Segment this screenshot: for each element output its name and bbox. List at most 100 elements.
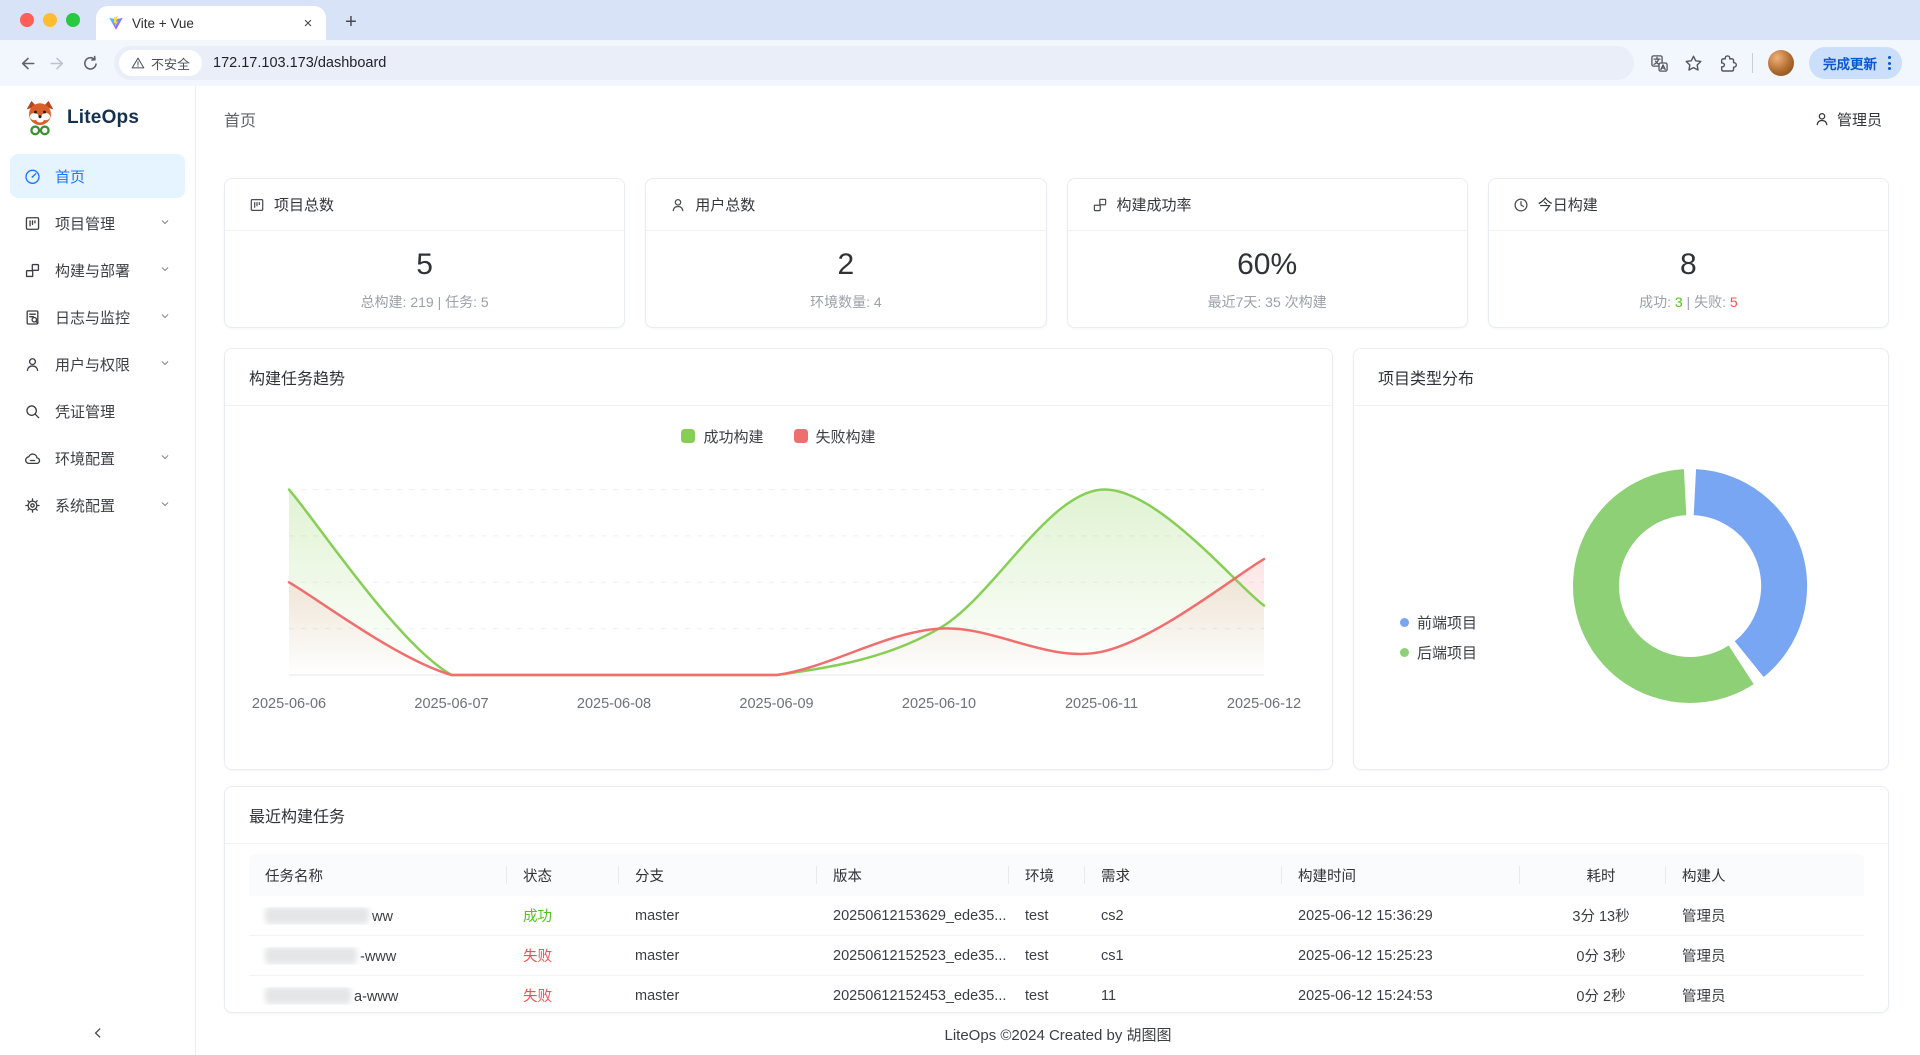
reload-button[interactable] (74, 47, 106, 79)
toolbar-divider (1752, 53, 1753, 73)
build-trend-card: 构建任务趋势 成功构建 失败构建 2025-06-062025-06-072025… (224, 348, 1333, 770)
translate-icon[interactable] (1650, 54, 1669, 73)
close-window-button[interactable] (20, 13, 34, 27)
donut-chart[interactable] (1354, 406, 1888, 770)
version-cell: 20250612152453_ede35... (817, 988, 1009, 1004)
table-body: ww成功master20250612153629_ede35...testcs2… (249, 896, 1864, 1013)
stat-subtext: 成功: 3 | 失败: 5 (1489, 292, 1888, 312)
stat-card-body: 8 成功: 3 | 失败: 5 (1489, 231, 1888, 312)
footer-text: LiteOps ©2024 Created by 胡图图 (945, 1024, 1172, 1045)
legend-item[interactable]: 前端项目 (1400, 612, 1477, 633)
sidebar-item-system[interactable]: 系统配置 (10, 483, 185, 527)
status-cell: 成功 (507, 905, 619, 926)
sidebar-item-credentials[interactable]: 凭证管理 (10, 389, 185, 433)
env-cell: test (1009, 908, 1085, 924)
build-time-cell: 2025-06-12 15:24:53 (1282, 988, 1520, 1004)
stat-card-projects: 项目总数5总构建: 219 | 任务: 5 (224, 178, 625, 328)
svg-text:2025-06-12: 2025-06-12 (1227, 696, 1301, 712)
env-cell: test (1009, 988, 1085, 1004)
legend-item[interactable]: 失败构建 (794, 426, 876, 447)
back-button[interactable] (10, 47, 42, 79)
clock-icon (1513, 197, 1529, 213)
table-column-header: 分支 (619, 865, 817, 886)
task-name-cell: ww (249, 907, 507, 925)
pie-card-title: 项目类型分布 (1354, 349, 1888, 406)
stat-card-title: 用户总数 (646, 179, 1045, 231)
more-menu-icon[interactable] (1888, 56, 1891, 70)
sidebar-item-logs-monitor[interactable]: 日志与监控 (10, 295, 185, 339)
sidebar-item-projects[interactable]: 项目管理 (10, 201, 185, 245)
bookmark-star-icon[interactable] (1684, 54, 1703, 73)
tab-close-icon[interactable]: × (298, 13, 318, 33)
chrome-update-button[interactable]: 完成更新 (1809, 47, 1902, 79)
sidebar-item-label: 日志与监控 (55, 307, 130, 328)
address-bar[interactable]: 不安全 172.17.103.173/dashboard (114, 46, 1634, 80)
app-window: LiteOps 首页项目管理构建与部署日志与监控用户与权限凭证管理环境配置系统配… (0, 86, 1920, 1055)
stat-value: 8 (1489, 246, 1888, 284)
table-row[interactable]: -www失败master20250612152523_ede35...testc… (249, 936, 1864, 976)
stat-value: 2 (646, 246, 1045, 284)
page-footer: LiteOps ©2024 Created by 胡图图 (196, 1013, 1920, 1055)
requirement-cell: cs2 (1085, 908, 1282, 924)
table-row[interactable]: a-www失败master20250612152453_ede35...test… (249, 976, 1864, 1013)
sidebar-item-users-permissions[interactable]: 用户与权限 (10, 342, 185, 386)
red-panda-logo-icon (20, 98, 60, 138)
legend-item[interactable]: 后端项目 (1400, 642, 1477, 663)
sidebar-item-home[interactable]: 首页 (10, 154, 185, 198)
stat-card-body: 60%最近7天: 35 次构建 (1068, 231, 1467, 312)
sidebar-item-label: 构建与部署 (55, 260, 130, 281)
url-text[interactable]: 172.17.103.173/dashboard (213, 55, 386, 71)
table-column-header: 版本 (817, 865, 1009, 886)
app-logo[interactable]: LiteOps (0, 86, 195, 150)
legend-item[interactable]: 成功构建 (681, 426, 763, 447)
new-tab-button[interactable]: + (338, 11, 364, 34)
browser-toolbar: 不安全 172.17.103.173/dashboard 完成更新 (0, 40, 1920, 86)
extensions-icon[interactable] (1718, 54, 1737, 73)
chevron-down-icon (159, 497, 171, 514)
browser-chrome: Vite + Vue × + 不安全 172.17.103.173/dashbo… (0, 0, 1920, 86)
chevron-down-icon (159, 215, 171, 232)
requirement-cell: 11 (1085, 988, 1282, 1004)
stat-card-success-rate: 构建成功率60%最近7天: 35 次构建 (1067, 178, 1468, 328)
svg-text:2025-06-11: 2025-06-11 (1065, 696, 1138, 712)
duration-cell: 0分 2秒 (1520, 985, 1666, 1006)
sidebar-item-build-deploy[interactable]: 构建与部署 (10, 248, 185, 292)
breadcrumb: 首页 (224, 107, 256, 131)
sidebar-item-label: 系统配置 (55, 495, 115, 516)
version-cell: 20250612152523_ede35... (817, 948, 1009, 964)
env-cell: test (1009, 948, 1085, 964)
build-icon (1092, 197, 1108, 213)
trend-card-title: 构建任务趋势 (225, 349, 1332, 406)
svg-text:2025-06-07: 2025-06-07 (414, 696, 488, 712)
vite-favicon-icon (108, 15, 124, 31)
trend-legend: 成功构建 失败构建 (225, 426, 1332, 446)
sidebar-item-label: 首页 (55, 166, 85, 187)
sidebar-item-environment[interactable]: 环境配置 (10, 436, 185, 480)
credentials-icon (24, 403, 41, 420)
trend-line-chart[interactable]: 2025-06-062025-06-072025-06-082025-06-09… (225, 460, 1332, 752)
page-header: 首页 管理员 (196, 86, 1920, 152)
table-column-header: 状态 (507, 865, 619, 886)
profile-avatar[interactable] (1768, 50, 1794, 76)
environment-icon (24, 450, 41, 467)
stat-subtext: 最近7天: 35 次构建 (1068, 292, 1467, 312)
project-type-card: 项目类型分布 前端项目后端项目 (1353, 348, 1889, 770)
stat-card-today-builds: 今日构建8成功: 3 | 失败: 5 (1488, 178, 1889, 328)
site-security-chip[interactable]: 不安全 (119, 50, 202, 76)
forward-button[interactable] (42, 47, 74, 79)
project-icon (249, 197, 265, 213)
minimize-window-button[interactable] (43, 13, 57, 27)
stats-row: 项目总数5总构建: 219 | 任务: 5用户总数2环境数量: 4构建成功率60… (224, 178, 1889, 328)
recent-builds-table: 任务名称状态分支版本环境需求构建时间耗时构建人 ww成功master202506… (249, 854, 1864, 1013)
sidebar-menu: 首页项目管理构建与部署日志与监控用户与权限凭证管理环境配置系统配置 (0, 150, 195, 534)
browser-tab[interactable]: Vite + Vue × (96, 6, 326, 40)
chevron-down-icon (159, 450, 171, 467)
sidebar-collapse-button[interactable] (91, 1026, 105, 1045)
build-icon (24, 262, 41, 279)
table-row[interactable]: ww成功master20250612153629_ede35...testcs2… (249, 896, 1864, 936)
fullscreen-window-button[interactable] (66, 13, 80, 27)
user-menu[interactable]: 管理员 (1814, 109, 1882, 130)
chevron-down-icon (159, 309, 171, 326)
duration-cell: 3分 13秒 (1520, 905, 1666, 926)
status-cell: 失败 (507, 945, 619, 966)
